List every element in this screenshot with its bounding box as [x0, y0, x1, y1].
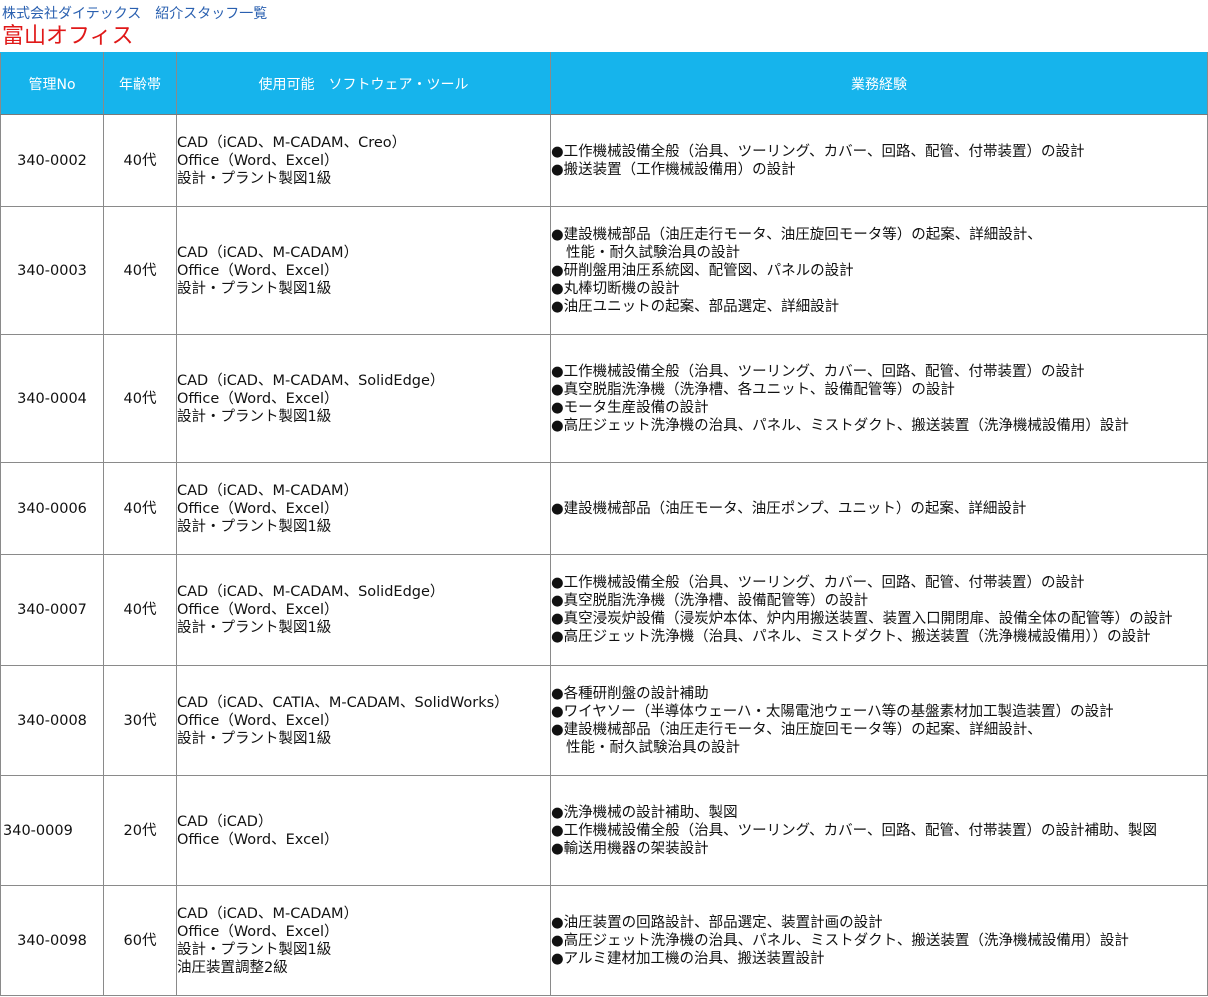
age-cell: 40代 [103, 554, 177, 666]
staff-no-cell: 340-0008 [0, 665, 104, 776]
experience-line: ●丸棒切断機の設計 [551, 280, 680, 297]
experience-line: ●工作機械設備全般（治具、ツーリング、カバー、回路、配管、付帯装置）の設計 [551, 363, 1085, 380]
experience-line: ●建設機械部品（油圧モータ、油圧ポンプ、ユニット）の起案、詳細設計 [551, 500, 1027, 517]
software-line: Office（Word、Excel） [177, 831, 339, 848]
column-header-no: 管理No [0, 52, 104, 115]
experience-cell: ●油圧装置の回路設計、部品選定、装置計画の設計 ●高圧ジェット洗浄機の治具、パネ… [550, 885, 1208, 996]
experience-line: ●モータ生産設備の設計 [551, 399, 709, 416]
age-cell: 40代 [103, 206, 177, 335]
software-line: 油圧装置調整2級 [177, 959, 288, 976]
experience-line: 性能・耐久試験治具の設計 [566, 739, 740, 756]
software-line: Office（Word、Excel） [177, 152, 339, 169]
software-line: 設計・プラント製図1級 [177, 408, 332, 425]
software-line: Office（Word、Excel） [177, 390, 339, 407]
experience-line: ●搬送装置（工作機械設備用）の設計 [551, 161, 796, 178]
staff-no-cell: 340-0098 [0, 885, 104, 996]
software-cell: CAD（iCAD、M-CADAM） Office（Word、Excel） 設計・… [176, 885, 551, 996]
experience-line: ●真空浸炭炉設備（浸炭炉本体、炉内用搬送装置、装置入口開閉扉、設備全体の配管等）… [551, 611, 1173, 627]
software-cell: CAD（iCAD、M-CADAM） Office（Word、Excel） 設計・… [176, 206, 551, 335]
software-line: Office（Word、Excel） [177, 262, 339, 279]
office-title: 富山オフィス [2, 24, 134, 49]
experience-cell: ●工作機械設備全般（治具、ツーリング、カバー、回路、配管、付帯装置）の設計 ●真… [550, 554, 1208, 666]
experience-cell: ●建設機械部品（油圧モータ、油圧ポンプ、ユニット）の起案、詳細設計 [550, 462, 1208, 555]
experience-line: ●工作機械設備全般（治具、ツーリング、カバー、回路、配管、付帯装置）の設計補助、… [551, 822, 1157, 839]
experience-line: ●洗浄機械の設計補助、製図 [551, 804, 738, 821]
experience-line: 性能・耐久試験治具の設計 [566, 244, 740, 261]
age-cell: 20代 [103, 775, 177, 886]
software-line: CAD（iCAD） [177, 813, 273, 830]
software-cell: CAD（iCAD、M-CADAM、SolidEdge） Office（Word、… [176, 554, 551, 666]
software-line: 設計・プラント製図1級 [177, 730, 332, 747]
experience-line: ●高圧ジェット洗浄機の治具、パネル、ミストダクト、搬送装置（洗浄機械設備用）設計 [551, 417, 1129, 434]
table-row: 340-0004 40代 CAD（iCAD、M-CADAM、SolidEdge）… [0, 334, 1208, 463]
software-line: CAD（iCAD、M-CADAM、SolidEdge） [177, 372, 445, 389]
software-cell: CAD（iCAD） Office（Word、Excel） [176, 775, 551, 886]
experience-line: ●工作機械設備全般（治具、ツーリング、カバー、回路、配管、付帯装置）の設計 [551, 143, 1085, 160]
software-line: CAD（iCAD、M-CADAM、Creo） [177, 134, 407, 151]
software-line: 設計・プラント製図1級 [177, 170, 332, 187]
software-line: Office（Word、Excel） [177, 602, 339, 618]
software-line: CAD（iCAD、CATIA、M-CADAM、SolidWorks） [177, 694, 509, 711]
experience-line: ●油圧ユニットの起案、部品選定、詳細設計 [551, 298, 840, 315]
staff-no-cell: 340-0004 [0, 334, 104, 463]
age-cell: 40代 [103, 462, 177, 555]
table-row: 340-0006 40代 CAD（iCAD、M-CADAM） Office（Wo… [0, 462, 1208, 555]
software-line: 設計・プラント製図1級 [177, 518, 332, 535]
software-line: 設計・プラント製図1級 [177, 620, 332, 636]
experience-line: ●真空脱脂洗浄機（洗浄槽、各ユニット、設備配管等）の設計 [551, 381, 955, 398]
software-line: Office（Word、Excel） [177, 712, 339, 729]
software-line: CAD（iCAD、M-CADAM） [177, 482, 359, 499]
software-line: 設計・プラント製図1級 [177, 941, 332, 958]
experience-line: ●ワイヤソー（半導体ウェーハ・太陽電池ウェーハ等の基盤素材加工製造装置）の設計 [551, 703, 1114, 720]
table-row: 340-0009 20代 CAD（iCAD） Office（Word、Excel… [0, 775, 1208, 886]
experience-line: ●工作機械設備全般（治具、ツーリング、カバー、回路、配管、付帯装置）の設計 [551, 575, 1085, 591]
staff-no-cell: 340-0007 [0, 554, 104, 666]
age-cell: 60代 [103, 885, 177, 996]
software-line: 設計・プラント製図1級 [177, 280, 332, 297]
table-header-row: 管理No 年齢帯 使用可能 ソフトウェア・ツール 業務経験 [0, 52, 1208, 115]
table-row: 340-0008 30代 CAD（iCAD、CATIA、M-CADAM、Soli… [0, 665, 1208, 776]
table-row: 340-0002 40代 CAD（iCAD、M-CADAM、Creo） Offi… [0, 114, 1208, 207]
table-row: 340-0003 40代 CAD（iCAD、M-CADAM） Office（Wo… [0, 206, 1208, 335]
experience-line: ●研削盤用油圧系統図、配管図、パネルの設計 [551, 262, 854, 279]
experience-line: ●アルミ建材加工機の治具、搬送装置設計 [551, 950, 825, 967]
staff-no-cell: 340-0009 [0, 775, 104, 886]
staff-no-cell: 340-0003 [0, 206, 104, 335]
staff-table: 管理No 年齢帯 使用可能 ソフトウェア・ツール 業務経験 340-0002 4… [0, 52, 1208, 996]
experience-cell: ●工作機械設備全般（治具、ツーリング、カバー、回路、配管、付帯装置）の設計 ●真… [550, 334, 1208, 463]
table-row: 340-0007 40代 CAD（iCAD、M-CADAM、SolidEdge）… [0, 554, 1208, 666]
experience-line: ●建設機械部品（油圧走行モータ、油圧旋回モータ等）の起案、詳細設計、 [551, 226, 1042, 243]
experience-cell: ●建設機械部品（油圧走行モータ、油圧旋回モータ等）の起案、詳細設計、 性能・耐久… [550, 206, 1208, 335]
age-cell: 40代 [103, 334, 177, 463]
column-header-age: 年齢帯 [103, 52, 177, 115]
column-header-experience: 業務経験 [550, 52, 1208, 115]
software-cell: CAD（iCAD、M-CADAM、Creo） Office（Word、Excel… [176, 114, 551, 207]
table-row: 340-0098 60代 CAD（iCAD、M-CADAM） Office（Wo… [0, 885, 1208, 996]
age-cell: 40代 [103, 114, 177, 207]
software-cell: CAD（iCAD、M-CADAM、SolidEdge） Office（Word、… [176, 334, 551, 463]
experience-line: ●各種研削盤の設計補助 [551, 685, 709, 702]
software-line: CAD（iCAD、M-CADAM） [177, 244, 359, 261]
experience-line: ●真空脱脂洗浄機（洗浄槽、設備配管等）の設計 [551, 593, 869, 609]
software-line: CAD（iCAD、M-CADAM） [177, 905, 359, 922]
company-title: 株式会社ダイテックス 紹介スタッフ一覧 [2, 6, 268, 22]
staff-no-cell: 340-0002 [0, 114, 104, 207]
experience-line: ●高圧ジェット洗浄機の治具、パネル、ミストダクト、搬送装置（洗浄機械設備用）設計 [551, 932, 1129, 949]
software-cell: CAD（iCAD、CATIA、M-CADAM、SolidWorks） Offic… [176, 665, 551, 776]
software-line: Office（Word、Excel） [177, 923, 339, 940]
software-line: Office（Word、Excel） [177, 500, 339, 517]
column-header-software: 使用可能 ソフトウェア・ツール [176, 52, 551, 115]
experience-cell: ●洗浄機械の設計補助、製図 ●工作機械設備全般（治具、ツーリング、カバー、回路、… [550, 775, 1208, 886]
software-line: CAD（iCAD、M-CADAM、SolidEdge） [177, 584, 445, 600]
experience-cell: ●工作機械設備全般（治具、ツーリング、カバー、回路、配管、付帯装置）の設計 ●搬… [550, 114, 1208, 207]
software-cell: CAD（iCAD、M-CADAM） Office（Word、Excel） 設計・… [176, 462, 551, 555]
age-cell: 30代 [103, 665, 177, 776]
experience-line: ●建設機械部品（油圧走行モータ、油圧旋回モータ等）の起案、詳細設計、 [551, 721, 1042, 738]
experience-line: ●油圧装置の回路設計、部品選定、装置計画の設計 [551, 914, 883, 931]
experience-line: ●輸送用機器の架装設計 [551, 840, 709, 857]
experience-line: ●高圧ジェット洗浄機（治具、パネル、ミストダクト、搬送装置（洗浄機械設備用））の… [551, 629, 1151, 645]
staff-no-cell: 340-0006 [0, 462, 104, 555]
experience-cell: ●各種研削盤の設計補助 ●ワイヤソー（半導体ウェーハ・太陽電池ウェーハ等の基盤素… [550, 665, 1208, 776]
